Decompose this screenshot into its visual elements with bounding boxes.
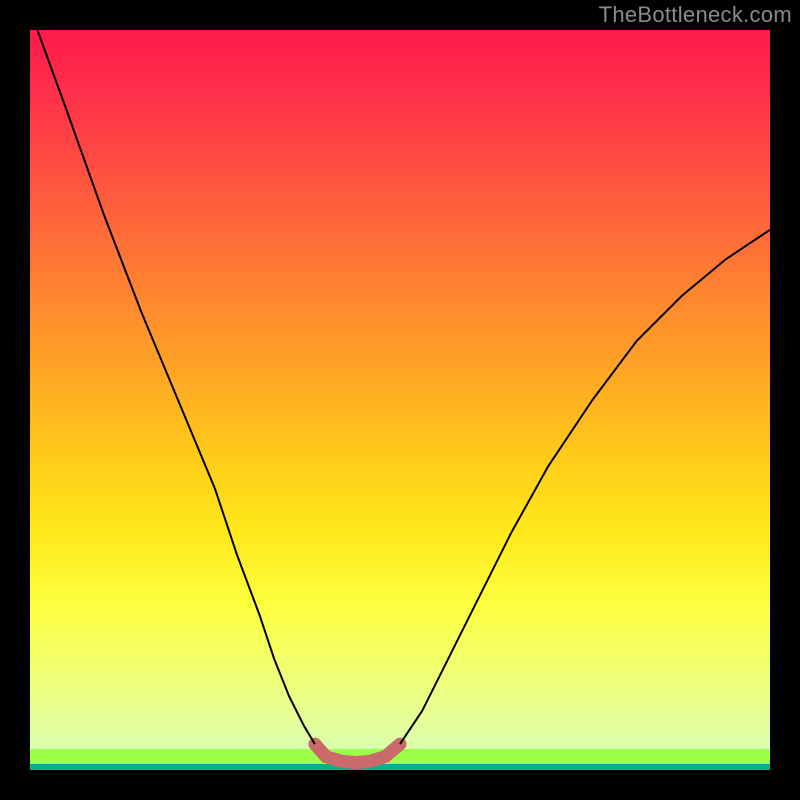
series-curve-right (400, 230, 770, 744)
watermark-text: TheBottleneck.com (599, 2, 792, 28)
series-curve-left (37, 30, 315, 744)
chart-frame: TheBottleneck.com (0, 0, 800, 800)
series-valley-highlight (315, 744, 400, 763)
chart-svg (30, 30, 770, 770)
series-group (37, 30, 770, 763)
